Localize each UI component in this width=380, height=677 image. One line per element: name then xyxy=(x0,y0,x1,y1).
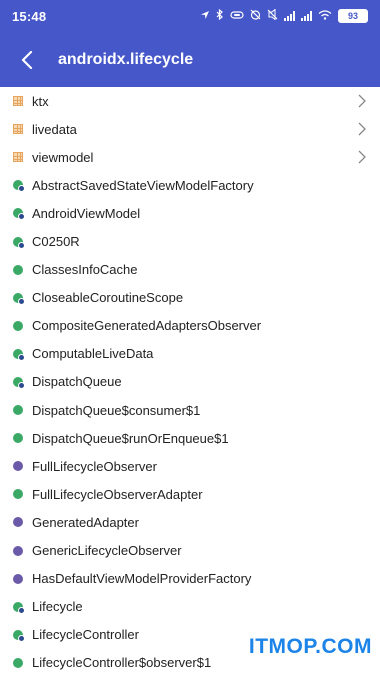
battery-indicator: 93 xyxy=(338,9,368,23)
class-list-item[interactable]: DispatchQueue xyxy=(0,368,380,396)
abstract-class-icon xyxy=(13,629,25,642)
class-icon xyxy=(13,657,23,668)
watermark: ITMOP.COM xyxy=(248,635,372,658)
item-label: AbstractSavedStateViewModelFactory xyxy=(32,177,254,193)
abstract-class-icon xyxy=(13,376,25,389)
signal-icon xyxy=(284,11,295,21)
class-list-item[interactable]: AndroidViewModel xyxy=(0,199,380,227)
package-icon xyxy=(13,96,23,107)
item-label: AndroidViewModel xyxy=(32,205,141,221)
item-label: FullLifecycleObserverAdapter xyxy=(32,486,203,502)
interface-icon xyxy=(13,545,23,556)
class-list-item[interactable]: ComputableLiveData xyxy=(0,340,380,368)
item-label: C0250R xyxy=(32,234,80,250)
item-label: DispatchQueue$consumer$1 xyxy=(32,402,201,418)
class-list-item[interactable]: DispatchQueue$runOrEnqueue$1 xyxy=(0,424,380,452)
class-list-item[interactable]: GenericLifecycleObserver xyxy=(0,537,380,565)
abstract-class-icon xyxy=(13,601,25,614)
page-title: androidx.lifecycle xyxy=(58,51,194,68)
item-label: DispatchQueue xyxy=(32,374,122,390)
chevron-right-icon xyxy=(358,94,366,113)
item-label: CompositeGeneratedAdaptersObserver xyxy=(32,318,262,334)
item-label: LifecycleController xyxy=(32,627,139,643)
vibrate-icon xyxy=(230,10,244,23)
abstract-class-icon xyxy=(13,292,25,305)
class-list: ktx livedata viewmodel AbstractSavedStateVi… xyxy=(0,87,380,677)
item-label: livedata xyxy=(32,121,77,137)
class-list-item[interactable]: DispatchQueue$consumer$1 xyxy=(0,396,380,424)
package-list-item[interactable]: livedata xyxy=(0,115,380,143)
interface-icon xyxy=(13,517,23,528)
item-label: HasDefaultViewModelProviderFactory xyxy=(32,571,252,587)
class-icon xyxy=(13,489,23,500)
mute-icon xyxy=(267,8,278,23)
wifi-icon xyxy=(318,9,332,23)
item-label: CloseableCoroutineScope xyxy=(32,290,184,306)
class-list-item[interactable]: FullLifecycleObserverAdapter xyxy=(0,480,380,508)
item-label: Lifecycle xyxy=(32,599,83,615)
status-bar: 15:48 93 xyxy=(0,0,380,32)
class-list-item[interactable]: CompositeGeneratedAdaptersObserver xyxy=(0,312,380,340)
item-label: ComputableLiveData xyxy=(32,346,154,362)
item-label: ClassesInfoCache xyxy=(32,262,138,278)
class-icon xyxy=(13,264,23,275)
interface-icon xyxy=(13,461,23,472)
back-button[interactable] xyxy=(4,36,50,84)
class-list-item[interactable]: GeneratedAdapter xyxy=(0,508,380,536)
item-label: FullLifecycleObserver xyxy=(32,458,157,474)
item-label: GeneratedAdapter xyxy=(32,514,139,530)
abstract-class-icon xyxy=(13,180,25,193)
status-icons: 93 xyxy=(200,8,368,23)
item-label: viewmodel xyxy=(32,149,94,165)
item-label: GenericLifecycleObserver xyxy=(32,543,182,559)
package-icon xyxy=(13,152,23,163)
abstract-class-icon xyxy=(13,348,25,361)
signal-icon-2 xyxy=(301,11,312,21)
package-list-item[interactable]: viewmodel xyxy=(0,143,380,171)
abstract-class-icon xyxy=(13,236,25,249)
package-list-item[interactable]: ktx xyxy=(0,87,380,115)
status-time: 15:48 xyxy=(12,8,47,24)
class-list-item[interactable]: Lifecycle xyxy=(0,593,380,621)
class-list-item[interactable]: ClassesInfoCache xyxy=(0,256,380,284)
toolbar: androidx.lifecycle xyxy=(0,36,380,84)
item-label: ktx xyxy=(32,93,49,109)
class-list-item[interactable]: AbstractSavedStateViewModelFactory xyxy=(0,171,380,199)
abstract-class-icon xyxy=(13,208,25,221)
class-list-item[interactable]: FullLifecycleObserver xyxy=(0,452,380,480)
class-list-item[interactable]: C0250R xyxy=(0,227,380,255)
alarm-off-icon xyxy=(250,9,261,23)
class-icon xyxy=(13,405,23,416)
chevron-right-icon xyxy=(358,122,366,141)
item-label: LifecycleController$observer$1 xyxy=(32,655,212,671)
chevron-right-icon xyxy=(358,150,366,169)
bluetooth-icon xyxy=(216,8,224,23)
location-icon xyxy=(200,10,210,23)
item-label: DispatchQueue$runOrEnqueue$1 xyxy=(32,430,229,446)
class-list-item[interactable]: CloseableCoroutineScope xyxy=(0,284,380,312)
class-list-item[interactable]: HasDefaultViewModelProviderFactory xyxy=(0,565,380,593)
class-icon xyxy=(13,320,23,331)
app-header: 15:48 93 androidx.lifecycle xyxy=(0,0,380,87)
interface-icon xyxy=(13,573,23,584)
back-arrow-icon xyxy=(21,51,33,69)
package-icon xyxy=(13,124,23,135)
class-icon xyxy=(13,433,23,444)
